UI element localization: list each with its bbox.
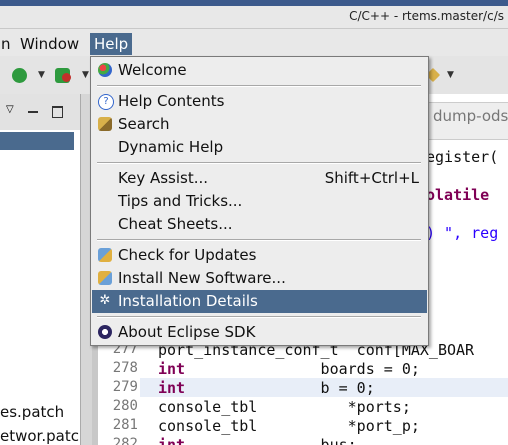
menu-item-dynamic-help[interactable]: Dynamic Help [92, 136, 427, 159]
menu-item-install-new-software[interactable]: Install New Software... [92, 267, 427, 290]
code-text: bus; [185, 436, 357, 445]
menu-item-label: Key Assist... [118, 169, 209, 187]
search-icon [98, 117, 112, 131]
tools-dropdown-icon[interactable]: ▼ [82, 70, 89, 80]
code-fragment: ) ", reg [426, 224, 499, 242]
code-line: int b = 0; [158, 379, 375, 398]
menu-item-cheat-sheets[interactable]: Cheat Sheets... [92, 213, 427, 236]
menu-separator [97, 162, 421, 164]
menu-navigate[interactable]: n [0, 33, 15, 55]
annotation-dropdown-icon[interactable]: ▼ [447, 70, 454, 80]
line-number: 282 [112, 436, 138, 445]
run-dropdown-icon[interactable]: ▼ [38, 70, 45, 80]
tree-item[interactable]: es.patch [0, 403, 64, 421]
code-line: int boards = 0; [158, 360, 420, 379]
menu-separator [97, 85, 421, 87]
menu-item-label: Tips and Tricks... [118, 192, 243, 210]
menu-item-check-for-updates[interactable]: Check for Updates [92, 244, 427, 267]
keyword: int [158, 360, 186, 378]
code-line: int bus; [158, 436, 357, 445]
run-icon[interactable] [12, 68, 27, 83]
code-text: b = 0; [185, 379, 375, 397]
code-line: console_tbl *ports; [158, 398, 411, 416]
line-number: 279 [112, 379, 138, 395]
menu-item-label: About Eclipse SDK [118, 323, 256, 341]
menu-item-tips-and-tricks[interactable]: Tips and Tricks... [92, 190, 427, 213]
menu-item-label: Welcome [118, 61, 187, 79]
line-number: 281 [112, 417, 138, 433]
project-explorer: ▽ es.patch etwor.patc [0, 94, 81, 445]
help-icon: ? [98, 94, 114, 110]
view-menu-icon[interactable]: ▽ [6, 104, 14, 115]
menu-item-key-assist[interactable]: Key Assist... Shift+Ctrl+L [92, 167, 427, 190]
maximize-icon[interactable] [52, 106, 63, 118]
menu-item-label: Install New Software... [118, 269, 286, 287]
menu-item-about-eclipse-sdk[interactable]: About Eclipse SDK [92, 321, 427, 344]
menu-item-help-contents[interactable]: ? Help Contents [92, 90, 427, 113]
editor-tab[interactable]: dump-odsy [426, 102, 508, 140]
code-fragment: olatile [426, 186, 490, 204]
tree-item[interactable]: etwor.patc [0, 427, 79, 445]
menu-item-welcome[interactable]: Welcome [92, 59, 427, 82]
minimize-icon[interactable] [28, 111, 38, 113]
update-icon [98, 248, 112, 262]
menu-item-accelerator: Shift+Ctrl+L [324, 169, 419, 187]
keyword: int [158, 379, 186, 397]
window-title: C/C++ - rtems.master/c/s [349, 9, 504, 23]
menu-item-label: Check for Updates [118, 246, 257, 264]
selected-tree-item[interactable] [0, 132, 74, 150]
keyword: int [158, 436, 186, 445]
line-number: 280 [112, 398, 138, 414]
stop-badge-icon [62, 73, 71, 82]
help-menu: Welcome ? Help Contents Search Dynamic H… [90, 56, 429, 346]
menu-item-label: Installation Details [118, 292, 258, 310]
install-icon [98, 271, 112, 285]
menu-item-label: Cheat Sheets... [118, 215, 233, 233]
menu-item-installation-details[interactable]: ✲ Installation Details [92, 290, 427, 313]
eclipse-icon [98, 325, 112, 339]
menu-item-label: Dynamic Help [118, 138, 224, 156]
details-icon: ✲ [99, 293, 111, 308]
menu-separator [97, 239, 421, 241]
title-bar: C/C++ - rtems.master/c/s [0, 6, 508, 29]
welcome-icon [98, 63, 112, 77]
menu-window[interactable]: Window [16, 33, 83, 55]
menu-item-search[interactable]: Search [92, 113, 427, 136]
code-line: console_tbl *port_p; [158, 417, 420, 435]
menu-item-label: Search [118, 115, 170, 133]
menu-help[interactable]: Help [90, 33, 133, 55]
code-text: boards = 0; [185, 360, 420, 378]
line-number: 278 [112, 360, 138, 376]
menu-separator [97, 316, 421, 318]
view-header: ▽ [0, 94, 80, 130]
menu-bar: n Window Help [0, 29, 508, 56]
menu-item-label: Help Contents [118, 92, 225, 110]
code-fragment: egister( [426, 148, 499, 166]
